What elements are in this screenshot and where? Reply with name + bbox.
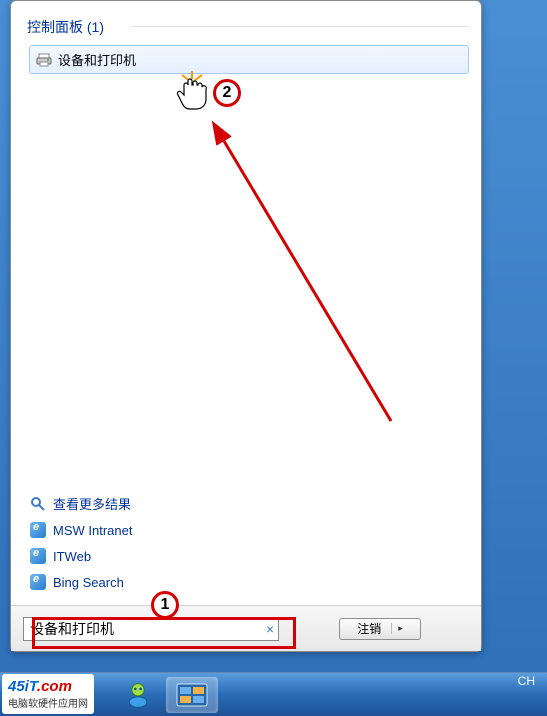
link-bing-search[interactable]: Bing Search [29,573,132,591]
category-heading-text: 控制面板 (1) [27,19,104,35]
logoff-button[interactable]: 注销 ▸ [339,618,421,640]
annotation-badge-2: 2 [213,79,241,107]
search-footer: × 注销 ▸ [11,605,481,651]
search-input[interactable] [30,621,256,637]
watermark-main: 45iT.com [8,678,88,695]
chevron-right-icon[interactable]: ▸ [391,623,403,634]
control-panel-icon [176,683,208,707]
watermark-suffix: .com [37,678,72,695]
see-more-label: 查看更多结果 [53,494,131,513]
link-label: ITWeb [53,549,91,564]
link-msw-intranet[interactable]: MSW Intranet [29,521,132,539]
cursor-hand-icon [174,71,210,118]
link-itweb[interactable]: ITWeb [29,547,132,565]
start-search-panel: 控制面板 (1) 设备和打印机 查看更多结果 MSW Intranet ITWe… [10,0,482,652]
clear-search-icon[interactable]: × [266,621,274,637]
watermark-sub: 电脑软硬件应用网 [8,695,88,710]
search-input-container: × [23,617,279,641]
printer-icon [36,52,52,68]
heading-divider [131,26,469,27]
taskbar-control-panel[interactable] [166,677,218,713]
category-heading: 控制面板 (1) [11,1,481,43]
messenger-icon [124,681,152,709]
bottom-links: 查看更多结果 MSW Intranet ITWeb Bing Search [29,494,132,591]
watermark-prefix: 45iT [8,678,37,695]
logoff-label: 注销 [357,620,381,637]
watermark-logo: 45iT.com 电脑软硬件应用网 [2,674,94,714]
taskbar-messenger[interactable] [114,677,162,713]
magnifier-icon [29,495,47,513]
internet-icon [29,573,47,591]
link-label: Bing Search [53,575,124,590]
ime-indicator[interactable]: CH [518,674,535,688]
internet-icon [29,547,47,565]
result-label: 设备和打印机 [58,50,136,69]
internet-icon [29,521,47,539]
see-more-results[interactable]: 查看更多结果 [29,494,132,513]
result-devices-and-printers[interactable]: 设备和打印机 [29,45,469,74]
link-label: MSW Intranet [53,523,132,538]
